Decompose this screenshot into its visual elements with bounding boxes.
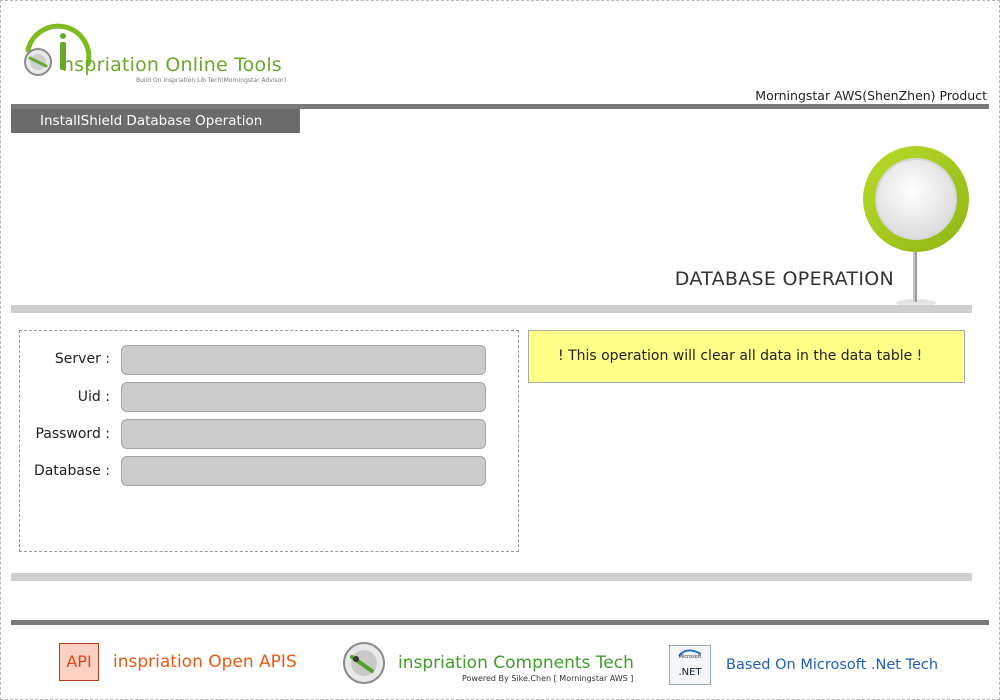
footer-divider bbox=[11, 620, 989, 625]
password-label: Password : bbox=[35, 426, 110, 442]
uid-label: Uid : bbox=[77, 389, 110, 405]
brand-subtitle: Build On Inspriation Lib Tech(Morningsta… bbox=[136, 77, 287, 84]
dotnet-brand: Microsoft bbox=[678, 654, 702, 660]
dotnet-tech-link[interactable]: Based On Microsoft .Net Tech bbox=[726, 657, 938, 673]
database-input[interactable] bbox=[121, 456, 486, 486]
password-input[interactable] bbox=[121, 419, 486, 449]
section-divider-top bbox=[11, 305, 972, 313]
dotnet-icon[interactable]: Microsoft .NET bbox=[669, 645, 711, 685]
dotnet-label: .NET bbox=[678, 667, 702, 678]
section-divider-bottom bbox=[11, 573, 972, 581]
server-input[interactable] bbox=[121, 345, 486, 375]
warning-box: ! This operation will clear all data in … bbox=[528, 330, 965, 383]
page-title: DATABASE OPERATION bbox=[674, 268, 894, 290]
components-icon[interactable] bbox=[342, 641, 386, 685]
tab-installshield-database-operation[interactable]: InstallShield Database Operation bbox=[11, 109, 300, 133]
components-tech-link[interactable]: inspriation Compnents Tech bbox=[398, 653, 634, 673]
warning-text: ! This operation will clear all data in … bbox=[558, 348, 923, 364]
open-apis-link[interactable]: inspriation Open APIS bbox=[113, 652, 297, 672]
brand-title: nspriation Online Tools bbox=[62, 54, 282, 76]
server-label: Server : bbox=[54, 351, 110, 367]
company-name: Morningstar AWS(ShenZhen) Product bbox=[755, 88, 987, 103]
powered-by: Powered By Sike.Chen [ Morningstar AWS ] bbox=[462, 674, 634, 683]
uid-input[interactable] bbox=[121, 382, 486, 412]
database-label: Database : bbox=[34, 463, 110, 479]
api-icon[interactable]: API bbox=[59, 643, 99, 681]
